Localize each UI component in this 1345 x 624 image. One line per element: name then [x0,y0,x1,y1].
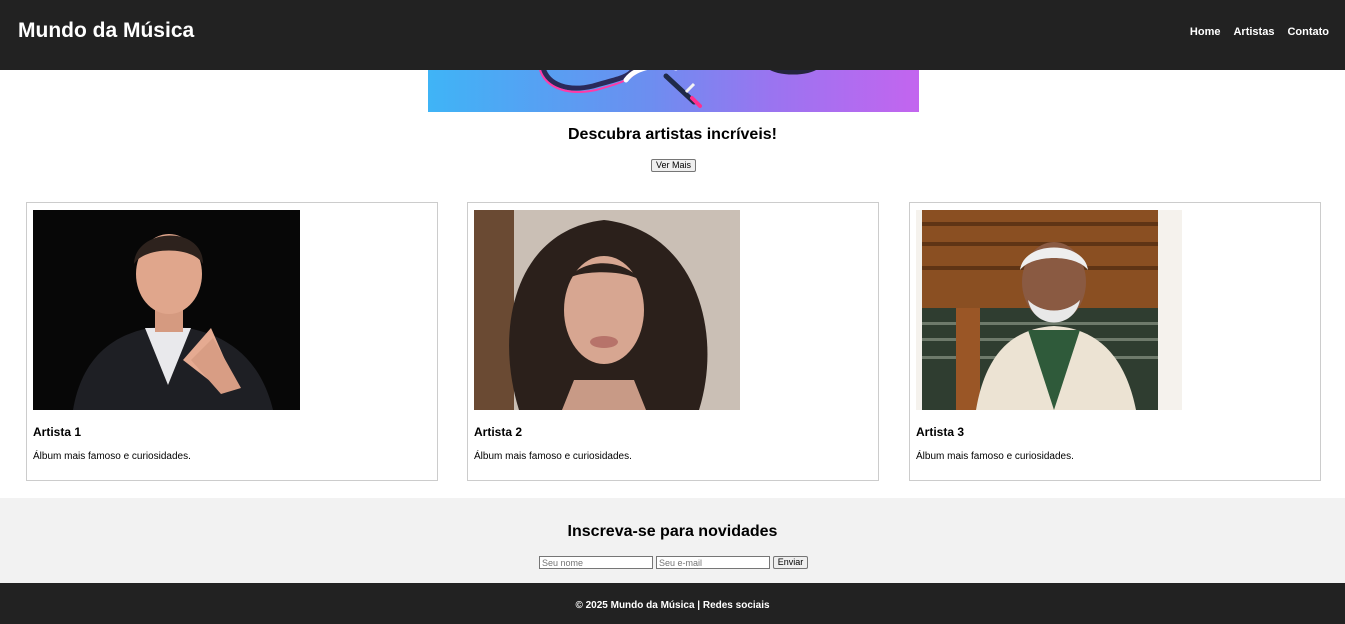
artist-photo [33,210,300,410]
person-icon [916,210,1182,410]
artist-card: Artista 3 Álbum mais famoso e curiosidad… [909,202,1321,481]
artist-card: Artista 2 Álbum mais famoso e curiosidad… [467,202,879,481]
enviar-button[interactable]: Enviar [773,556,808,569]
email-input[interactable] [656,556,770,569]
nav-link-artistas[interactable]: Artistas [1233,26,1274,38]
nav-link-contato[interactable]: Contato [1287,26,1329,38]
hero-title: Descubra artistas incríveis! [568,126,777,143]
name-input[interactable] [539,556,653,569]
artist-card: Artista 1 Álbum mais famoso e curiosidad… [26,202,438,481]
site-title: Mundo da Música [18,19,195,42]
artist-description: Álbum mais famoso e curiosidades. [33,451,191,462]
person-icon [474,210,740,410]
artist-name: Artista 2 [474,425,523,439]
person-icon [33,210,300,410]
footer: © 2025 Mundo da Música | Redes sociais [0,583,1345,624]
artist-name: Artista 3 [916,425,965,439]
main-nav: Home Artistas Contato [1190,26,1329,38]
artist-description: Álbum mais famoso e curiosidades. [916,451,1074,462]
artist-photo [916,210,1182,410]
navbar: Mundo da Música Home Artistas Contato [0,0,1345,70]
newsletter-section: Inscreva-se para novidades Enviar [0,498,1345,583]
newsletter-title: Inscreva-se para novidades [567,523,778,540]
artist-name: Artista 1 [33,425,82,439]
footer-text: © 2025 Mundo da Música | Redes sociais [575,600,770,611]
ver-mais-button[interactable]: Ver Mais [651,159,696,172]
artist-description: Álbum mais famoso e curiosidades. [474,451,632,462]
nav-link-home[interactable]: Home [1190,26,1221,38]
artist-photo [474,210,740,410]
